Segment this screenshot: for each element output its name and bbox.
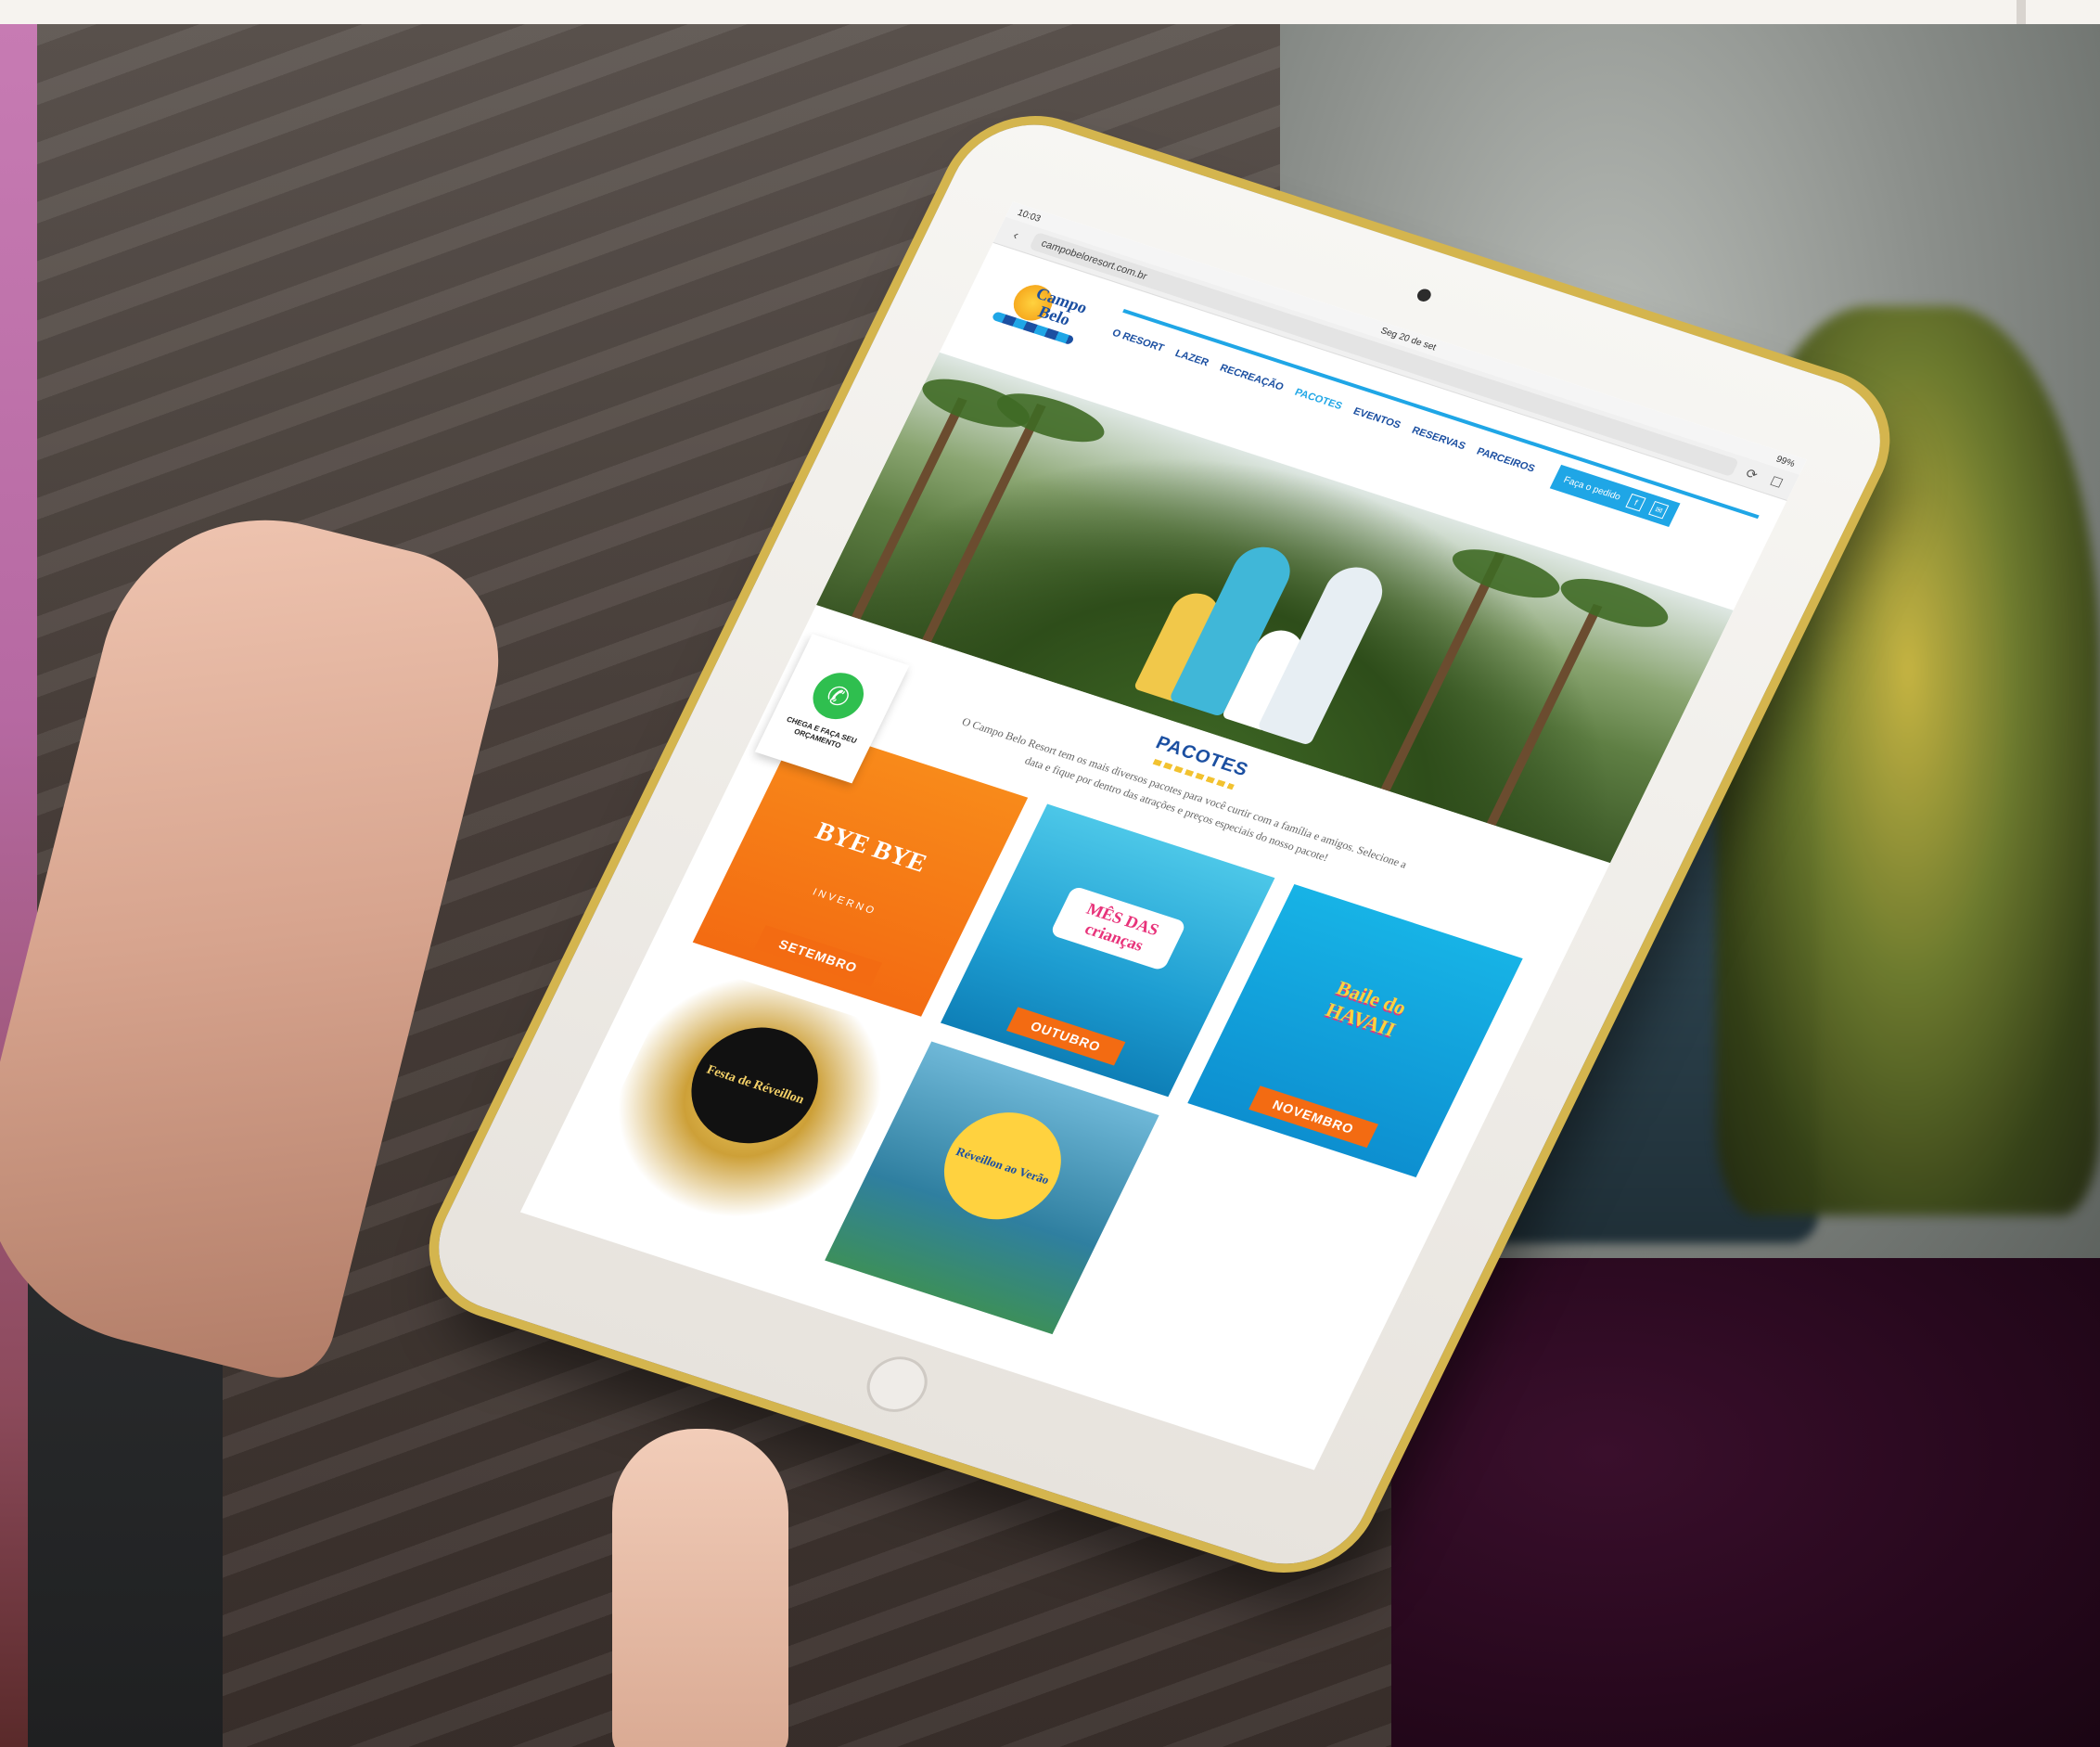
facebook-icon[interactable]: f — [1625, 493, 1646, 512]
whatsapp-icon: ✆ — [804, 666, 872, 726]
nav-parceiros[interactable]: PARCEIROS — [1475, 446, 1537, 475]
bookmark-icon[interactable]: ☐ — [1765, 472, 1788, 493]
package-month-label: OUTUBRO — [1005, 1007, 1125, 1066]
nav-reservas[interactable]: RESERVAS — [1410, 425, 1467, 452]
back-icon[interactable]: ‹ — [1005, 225, 1028, 245]
photo-scene: 10:03 Seg 20 de set 99% ‹ campobeloresor… — [0, 0, 2100, 1747]
top-bar-divider — [2017, 0, 2026, 24]
package-month-label: SETEMBRO — [754, 925, 882, 987]
package-subtitle: INVERNO — [811, 886, 879, 918]
package-title: BYE BYE — [810, 816, 931, 879]
package-title: Baile do HAVAII — [1322, 976, 1411, 1042]
thumb — [612, 1429, 788, 1747]
nav-recreacao[interactable]: RECREAÇÃO — [1218, 363, 1286, 393]
package-title: MÊS DAS crianças — [1049, 885, 1187, 972]
nav-pacotes[interactable]: PACOTES — [1293, 387, 1344, 412]
cta-label: Faça o pedido — [1561, 474, 1623, 503]
background-purple-block — [1391, 1258, 2100, 1747]
nav-lazer[interactable]: LAZER — [1173, 348, 1210, 368]
package-title: Festa de Réveillon — [671, 1012, 839, 1160]
cta-button[interactable]: Faça o pedido f ✉ — [1549, 464, 1681, 528]
package-title: Réveillon ao Verão — [925, 1098, 1081, 1235]
package-month-label: NOVEMBRO — [1248, 1085, 1378, 1149]
palm-trunk — [1486, 603, 1603, 826]
front-camera — [1415, 287, 1434, 303]
reload-icon[interactable]: ⟳ — [1740, 464, 1763, 484]
whatsapp-label: CHEGA E FAÇA SEU ORÇAMENTO — [785, 715, 858, 751]
palm-trunk — [1380, 552, 1505, 791]
battery-indicator: 99% — [1774, 454, 1797, 469]
top-bar — [0, 0, 2100, 24]
family-photo — [1124, 508, 1404, 749]
palm-frond — [1444, 539, 1568, 608]
home-button[interactable] — [856, 1349, 938, 1419]
nav-eventos[interactable]: EVENTOS — [1351, 405, 1402, 430]
nav-o-resort[interactable]: O RESORT — [1110, 328, 1166, 354]
email-icon[interactable]: ✉ — [1648, 501, 1670, 520]
